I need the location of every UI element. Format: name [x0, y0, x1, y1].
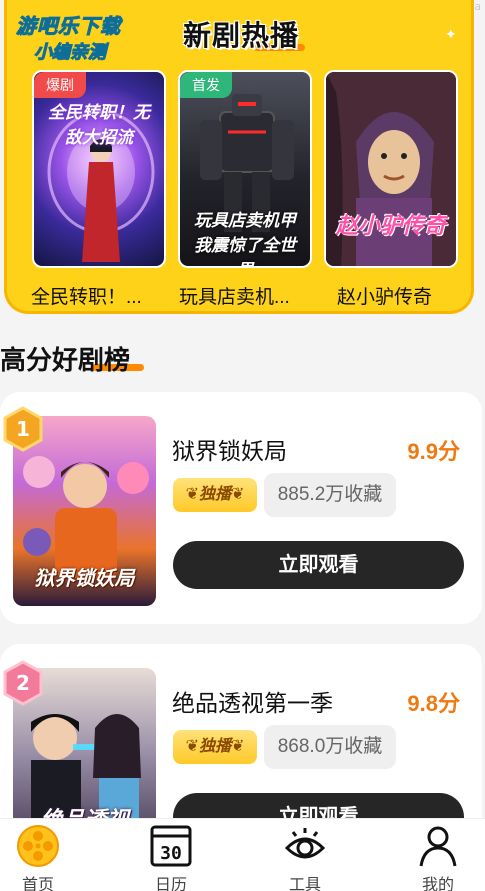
tab-mine[interactable]: 我的: [388, 819, 485, 891]
bottom-tab-bar: 首页 30 日历 工具 我的: [0, 818, 485, 891]
tab-label: 首页: [21, 877, 54, 891]
tag-badge: 爆剧: [34, 72, 86, 98]
ranking-section-title: 高分好剧榜: [0, 345, 131, 375]
calendar-icon: 30: [150, 825, 192, 867]
ranking-card[interactable]: 狱界锁妖局 1 狱界锁妖局 9.9分 ❦独播❦ 885.2万收藏 立即观看: [0, 392, 482, 624]
laurel-icon: ❦: [231, 486, 245, 503]
drama-score: 9.8分: [407, 691, 460, 716]
cover-title-art: 狱界锁妖局: [34, 568, 135, 590]
rank-badge-icon: 1: [3, 406, 43, 452]
poster-title-art: 全民转职！无敌大招流: [48, 103, 150, 147]
sparkle-icon: ✦: [445, 26, 457, 42]
collect-count: 885.2万收藏: [264, 473, 396, 517]
tab-label: 日历: [154, 877, 187, 891]
exclusive-label: 独播: [198, 738, 231, 755]
hot-section-title: 新剧热播: [183, 20, 300, 51]
watermark-line1: 游吧乐下载: [16, 16, 121, 39]
poster-title-art: 赵小驴传奇: [335, 213, 446, 238]
laurel-icon: ❦: [231, 738, 245, 755]
laurel-icon: ❦: [185, 738, 199, 755]
drama-name[interactable]: 绝品透视第一季: [172, 684, 333, 718]
drama-score: 9.9分: [407, 439, 460, 464]
tab-label: 工具: [288, 877, 321, 891]
poster-name-zhaoxiaolv[interactable]: 赵小驴传奇: [337, 282, 432, 309]
drama-name[interactable]: 狱界锁妖局: [172, 432, 287, 466]
eye-icon: [284, 828, 326, 859]
tab-label: 我的: [421, 877, 454, 891]
poster-name-quanmin[interactable]: 全民转职！...: [31, 282, 142, 309]
exclusive-badge: ❦独播❦: [173, 730, 257, 764]
poster-quanmin[interactable]: 爆剧 全民转职！无敌大招流: [32, 70, 166, 268]
rank-number: 2: [16, 671, 30, 695]
laurel-icon: ❦: [185, 486, 199, 503]
tag-badge: 首发: [180, 72, 232, 98]
rank-number: 1: [16, 417, 30, 441]
rank-badge-icon: 2: [3, 660, 43, 706]
poster-wanju[interactable]: 首发 玩具店卖机甲我震惊了全世界: [178, 70, 312, 268]
poster-zhaoxiaolv[interactable]: 赵小驴传奇: [324, 70, 458, 268]
calendar-day: 30: [160, 843, 182, 864]
film-reel-icon: [17, 825, 59, 867]
watermark-logo: 游吧乐下载 小编亲测: [0, 0, 160, 70]
poster-name-wanju[interactable]: 玩具店卖机...: [179, 282, 290, 309]
tab-tools[interactable]: 工具: [255, 819, 355, 891]
tab-calendar[interactable]: 30 日历: [121, 819, 221, 891]
watermark-line2: 小编亲测: [34, 42, 107, 63]
collect-count: 868.0万收藏: [264, 725, 396, 769]
exclusive-label: 独播: [198, 486, 231, 503]
watch-now-button[interactable]: 立即观看: [173, 541, 464, 589]
tab-home[interactable]: 首页: [0, 819, 88, 891]
user-icon: [419, 826, 457, 867]
poster-title-art: 玩具店卖机甲我震惊了全世界: [194, 211, 296, 266]
exclusive-badge: ❦独播❦: [173, 478, 257, 512]
